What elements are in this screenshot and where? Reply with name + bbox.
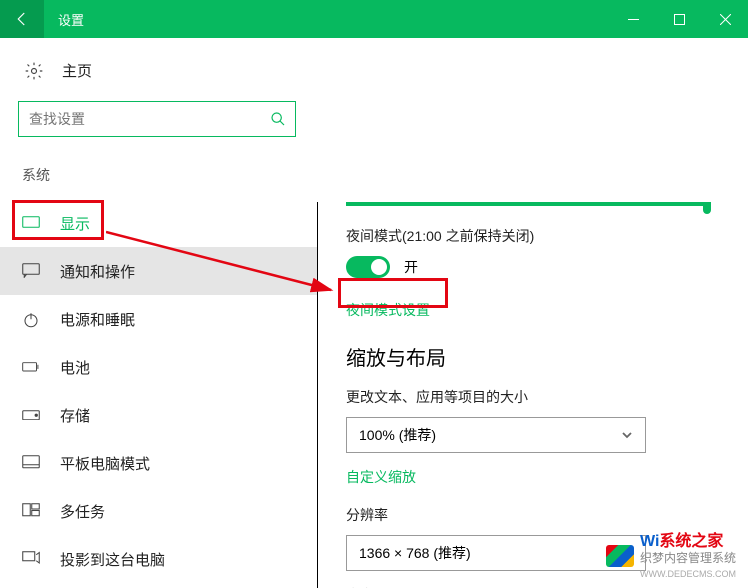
watermark-logo-icon xyxy=(606,545,634,567)
storage-icon xyxy=(22,407,40,423)
search-wrap xyxy=(18,101,296,137)
night-mode-settings-link[interactable]: 夜间模式设置 xyxy=(346,300,430,320)
battery-icon xyxy=(22,359,40,375)
sidebar-item-notifications[interactable]: 通知和操作 xyxy=(0,247,318,295)
sidebar-item-power[interactable]: 电源和睡眠 xyxy=(0,295,318,343)
window-controls xyxy=(610,0,748,38)
project-icon xyxy=(22,551,40,567)
power-icon xyxy=(22,311,40,327)
section-scale: 缩放与布局 xyxy=(346,342,708,371)
titlebar: 设置 xyxy=(0,0,748,38)
toggle-state: 开 xyxy=(404,257,418,277)
sidebar-item-display[interactable]: 显示 xyxy=(0,199,318,247)
home-label: 主页 xyxy=(62,60,92,81)
sidebar-item-label: 多任务 xyxy=(60,501,105,522)
chevron-down-icon xyxy=(621,429,633,441)
sidebar-item-label: 电池 xyxy=(60,357,90,378)
sidebar: 主页 系统 显示 通知和操作 电源和睡眠 电池 存储 xyxy=(0,38,318,588)
scale-label: 更改文本、应用等项目的大小 xyxy=(346,387,708,407)
tablet-icon xyxy=(22,455,40,471)
monitor-icon xyxy=(22,215,40,231)
multitask-icon xyxy=(22,503,40,519)
search-icon xyxy=(270,111,286,127)
resolution-value: 1366 × 768 (推荐) xyxy=(359,543,471,563)
gear-icon xyxy=(24,61,44,81)
watermark: Wi系统之家 织梦内容管理系统 WWW.DEDECMS.COM xyxy=(606,532,736,580)
sidebar-item-label: 存储 xyxy=(60,405,90,426)
brightness-slider[interactable] xyxy=(346,202,708,206)
sidebar-group-label: 系统 xyxy=(0,165,318,199)
sidebar-item-storage[interactable]: 存储 xyxy=(0,391,318,439)
window-title: 设置 xyxy=(58,10,610,29)
maximize-button[interactable] xyxy=(656,0,702,38)
back-button[interactable] xyxy=(0,0,44,38)
night-mode-toggle[interactable] xyxy=(346,256,390,278)
sidebar-item-project[interactable]: 投影到这台电脑 xyxy=(0,535,318,583)
night-mode-label: 夜间模式(21:00 之前保持关闭) xyxy=(346,226,708,246)
sidebar-item-multitask[interactable]: 多任务 xyxy=(0,487,318,535)
close-button[interactable] xyxy=(702,0,748,38)
resolution-select[interactable]: 1366 × 768 (推荐) xyxy=(346,535,646,571)
resolution-label: 分辨率 xyxy=(346,505,708,525)
sidebar-item-label: 平板电脑模式 xyxy=(60,453,150,474)
minimize-button[interactable] xyxy=(610,0,656,38)
main-panel: 显示 亮度和颜色 更改亮度 夜间模式(21:00 之前保持关闭) 开 夜间模式设… xyxy=(317,202,748,588)
sidebar-item-label: 显示 xyxy=(60,213,90,234)
sidebar-item-tablet[interactable]: 平板电脑模式 xyxy=(0,439,318,487)
sidebar-item-label: 投影到这台电脑 xyxy=(60,549,165,570)
chat-icon xyxy=(22,263,40,279)
sidebar-item-label: 电源和睡眠 xyxy=(60,309,135,330)
scale-select[interactable]: 100% (推荐) xyxy=(346,417,646,453)
sidebar-item-battery[interactable]: 电池 xyxy=(0,343,318,391)
search-input[interactable] xyxy=(18,101,296,137)
sidebar-item-label: 通知和操作 xyxy=(60,261,135,282)
scale-value: 100% (推荐) xyxy=(359,425,436,445)
home-link[interactable]: 主页 xyxy=(0,60,318,101)
custom-scale-link[interactable]: 自定义缩放 xyxy=(346,467,416,487)
slider-thumb[interactable] xyxy=(703,202,711,214)
